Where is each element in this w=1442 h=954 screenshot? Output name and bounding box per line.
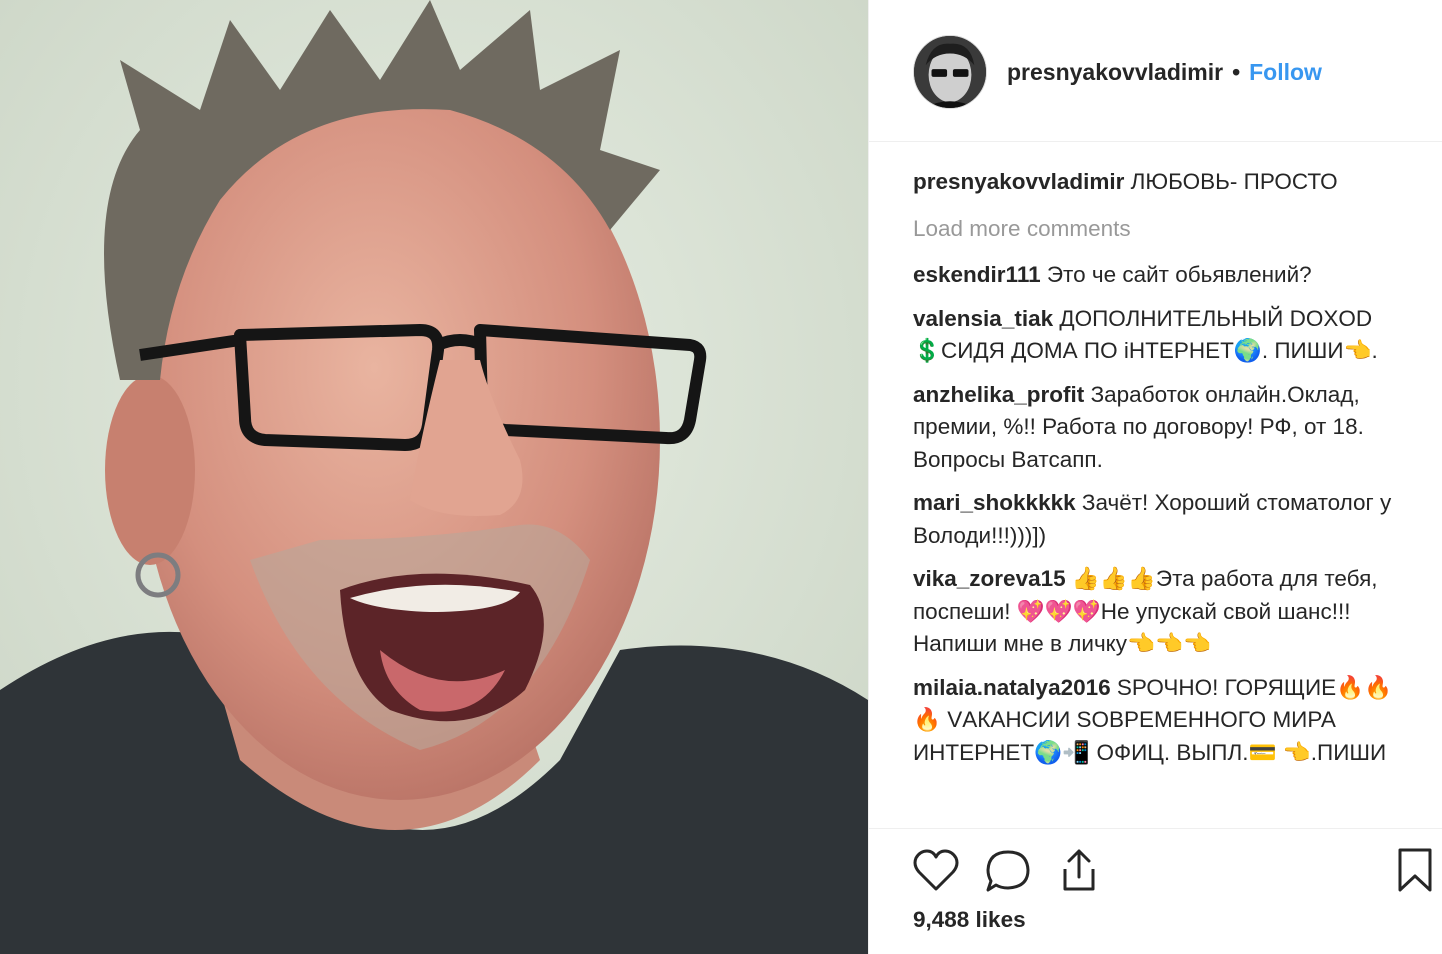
comment-username[interactable]: mari_shokkkkk (913, 490, 1076, 515)
comment-username[interactable]: valensia_tiak (913, 306, 1053, 331)
follow-button[interactable]: Follow (1249, 59, 1322, 86)
bookmark-icon[interactable] (1397, 847, 1433, 893)
comment-username[interactable]: vika_zoreva15 (913, 566, 1066, 591)
author-username[interactable]: presnyakovvladimir (1007, 59, 1223, 86)
post-caption: presnyakovvladimir ЛЮБОВЬ- ПРОСТО (913, 166, 1413, 199)
comment-username[interactable]: milaia.natalya2016 (913, 675, 1111, 700)
comment-item: vika_zoreva15 👍👍👍Эта работа для тебя, по… (913, 563, 1413, 661)
post-header: presnyakovvladimir • Follow (869, 0, 1442, 142)
comment-item: anzhelika_profit Заработок онлайн.Оклад,… (913, 379, 1413, 477)
separator-dot: • (1232, 58, 1241, 85)
heart-icon[interactable] (913, 849, 959, 893)
share-icon[interactable] (1057, 847, 1101, 893)
comment-item: mari_shokkkkk Зачёт! Хороший стоматолог … (913, 487, 1413, 552)
comment-item: eskendir111 Это че сайт обьявлений? (913, 259, 1413, 292)
post-actions-bar: 9,488 likes (869, 828, 1442, 954)
caption-text: ЛЮБОВЬ- ПРОСТО (1130, 169, 1338, 194)
post-photo[interactable] (0, 0, 868, 954)
comment-username[interactable]: anzhelika_profit (913, 382, 1084, 407)
avatar[interactable] (913, 35, 987, 109)
comment-icon[interactable] (985, 849, 1031, 893)
comment-text: Это че сайт обьявлений? (1046, 262, 1312, 287)
likes-count[interactable]: 9,488 likes (913, 907, 1026, 933)
comment-username[interactable]: eskendir111 (913, 262, 1041, 287)
load-more-comments-button[interactable]: Load more comments (913, 213, 1413, 246)
comment-item: valensia_tiak ДОПОЛНИТЕЛЬНЫЙ DOXOD 💲СИДЯ… (913, 303, 1413, 368)
header-row: presnyakovvladimir • Follow (1007, 58, 1322, 86)
post-side-panel: presnyakovvladimir • Follow presnyakovvl… (868, 0, 1442, 954)
comment-item: milaia.natalya2016 SРОЧНО! ГОРЯЩИЕ🔥🔥🔥 VА… (913, 672, 1413, 770)
caption-username[interactable]: presnyakovvladimir (913, 169, 1124, 194)
selfie-photo (0, 0, 868, 954)
avatar-image (914, 36, 986, 108)
comments-list[interactable]: presnyakovvladimir ЛЮБОВЬ- ПРОСТО Load m… (913, 166, 1413, 828)
